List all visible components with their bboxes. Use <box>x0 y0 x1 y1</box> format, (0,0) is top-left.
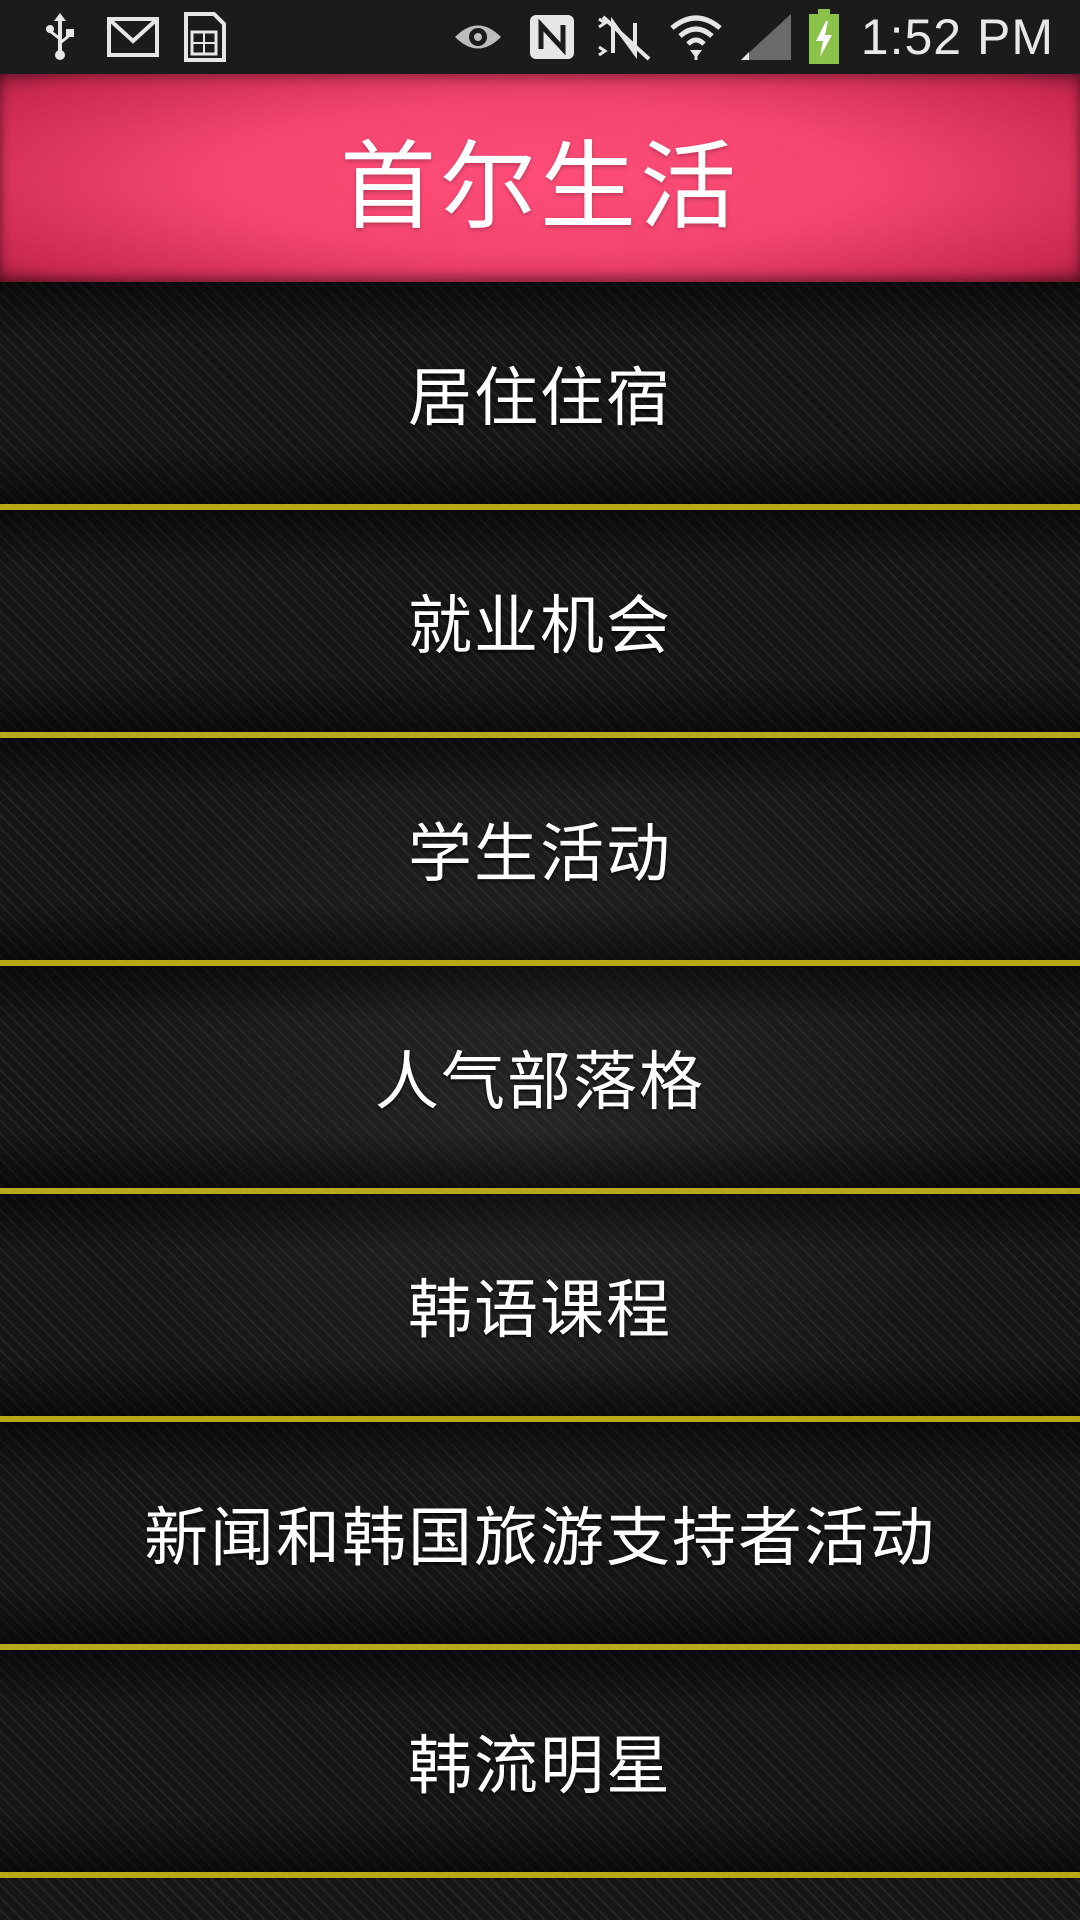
menu-list: 居住住宿 就业机会 学生活动 人气部落格 韩语课程 新闻和韩国旅游支持者活动 韩… <box>0 282 1080 1920</box>
menu-item-label: 韩流明星 <box>408 1730 672 1804</box>
menu-item-label: 新闻和韩国旅游支持者活动 <box>144 1502 936 1576</box>
mute-icon <box>594 12 654 62</box>
divider <box>0 1872 1080 1878</box>
menu-item-label: 韩语课程 <box>408 1274 672 1348</box>
usb-icon <box>38 12 82 62</box>
menu-item-hallyu-stars[interactable]: 韩流明星 <box>0 1650 1080 1872</box>
battery-charging-icon <box>806 9 842 64</box>
signal-icon <box>738 12 794 62</box>
menu-item-label: 学生活动 <box>408 818 672 892</box>
eye-icon <box>452 12 504 62</box>
menu-item-korean-courses[interactable]: 韩语课程 <box>0 1194 1080 1416</box>
menu-item-label: 居住住宿 <box>408 362 672 436</box>
wifi-icon <box>668 12 724 62</box>
page-title: 首尔生活 <box>340 130 740 243</box>
status-time: 1:52 PM <box>860 9 1054 65</box>
menu-item-popular-blogs[interactable]: 人气部落格 <box>0 966 1080 1188</box>
app-header: 首尔生活 <box>0 74 1080 282</box>
sim-card-icon <box>180 12 228 62</box>
nfc-icon <box>526 12 578 62</box>
menu-item-news-tourism-supporters[interactable]: 新闻和韩国旅游支持者活动 <box>0 1422 1080 1644</box>
gmail-icon <box>106 12 160 62</box>
menu-item-label: 就业机会 <box>408 590 672 664</box>
menu-item-housing[interactable]: 居住住宿 <box>0 282 1080 504</box>
menu-item-jobs[interactable]: 就业机会 <box>0 510 1080 732</box>
status-bar: 1:52 PM <box>0 0 1080 74</box>
menu-item-label: 人气部落格 <box>375 1046 705 1120</box>
menu-item-student-activities[interactable]: 学生活动 <box>0 738 1080 960</box>
